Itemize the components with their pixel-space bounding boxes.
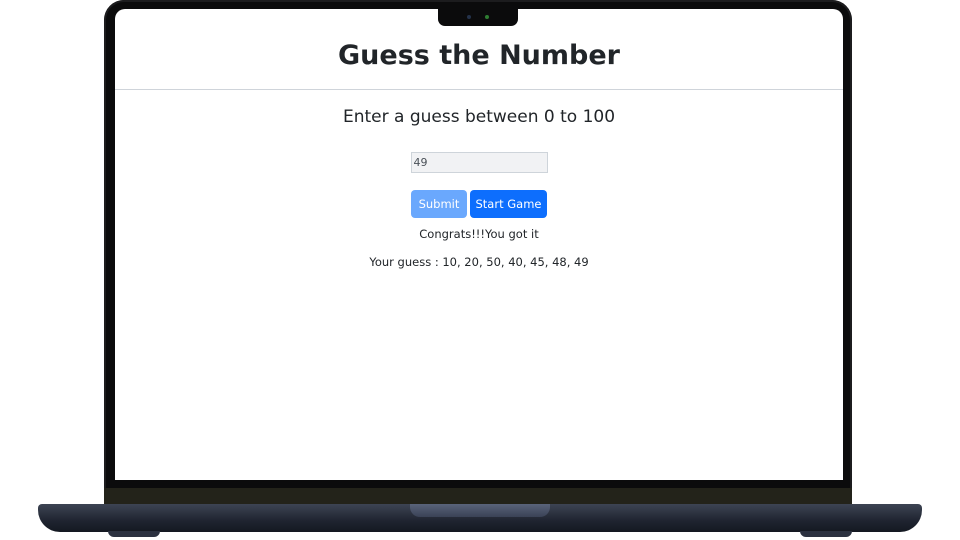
camera-led-icon xyxy=(485,15,489,19)
laptop-opening-groove xyxy=(410,504,550,517)
laptop-foot-right xyxy=(800,531,852,537)
camera-notch xyxy=(438,9,518,26)
page-title: Guess the Number xyxy=(338,39,620,71)
guess-input[interactable] xyxy=(410,152,548,173)
guess-history: Your guess : 10, 20, 50, 40, 45, 48, 49 xyxy=(369,255,589,269)
laptop-mockup: Guess the Number Enter a guess between 0… xyxy=(0,0,960,540)
guess-prompt: Enter a guess between 0 to 100 xyxy=(342,107,616,127)
start-game-button[interactable]: Start Game xyxy=(470,190,547,218)
button-row: Submit Start Game xyxy=(115,190,843,218)
laptop-screen: Guess the Number Enter a guess between 0… xyxy=(115,9,843,480)
result-message: Congrats!!!You got it xyxy=(419,227,539,241)
laptop-foot-left xyxy=(108,531,160,537)
game-panel: Enter a guess between 0 to 100 Submit St… xyxy=(115,107,843,269)
camera-lens-icon xyxy=(467,15,471,19)
submit-button[interactable]: Submit xyxy=(411,190,467,218)
